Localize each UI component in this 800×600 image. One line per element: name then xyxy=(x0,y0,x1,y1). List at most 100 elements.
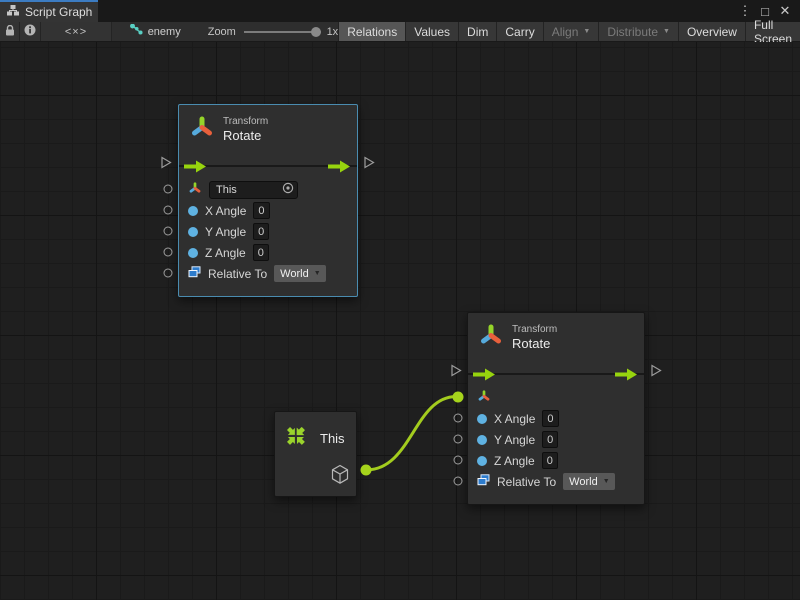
x-angle-port[interactable] xyxy=(454,414,463,423)
node-title: This xyxy=(320,431,345,446)
relative-to-dropdown[interactable]: World ▼ xyxy=(563,473,614,490)
edit-script-button[interactable]: <×> xyxy=(41,22,111,41)
dim-button[interactable]: Dim xyxy=(458,22,496,41)
full-screen-button[interactable]: Full Screen xyxy=(745,22,800,41)
y-angle-label: Y Angle xyxy=(494,433,535,447)
z-angle-row: Z Angle 0 xyxy=(188,242,348,263)
script-graph-icon xyxy=(7,5,19,19)
window-menu-icon[interactable]: ⋮ xyxy=(736,1,754,21)
distribute-button[interactable]: Distribute ▼ xyxy=(598,22,678,41)
toolbar-toggle-group: Relations Values Dim Carry Align▼ Distri… xyxy=(338,22,800,41)
chevron-down-icon: ▼ xyxy=(603,478,610,485)
float-type-icon xyxy=(188,248,198,258)
x-angle-label: X Angle xyxy=(205,204,246,218)
node-category: Transform xyxy=(223,115,268,128)
this-object-field[interactable]: This xyxy=(209,181,298,199)
zoom-label: Zoom xyxy=(208,26,236,38)
float-type-icon xyxy=(477,435,487,445)
node-category: Transform xyxy=(512,323,557,336)
z-angle-value-field[interactable]: 0 xyxy=(542,452,558,469)
relative-to-value: World xyxy=(569,476,598,488)
z-angle-row: Z Angle 0 xyxy=(477,450,635,471)
chevron-down-icon: ▼ xyxy=(663,28,670,35)
relative-to-port[interactable] xyxy=(454,477,463,486)
relative-to-label: Relative To xyxy=(497,475,556,489)
tab-title: Script Graph xyxy=(25,5,92,19)
float-type-icon xyxy=(477,456,487,466)
y-angle-row: Y Angle 0 xyxy=(188,221,348,242)
float-type-icon xyxy=(477,414,487,424)
transform-icon xyxy=(189,114,215,145)
lock-button[interactable] xyxy=(0,22,20,41)
enum-type-icon xyxy=(477,474,490,489)
object-picker-icon[interactable] xyxy=(282,182,294,197)
graph-canvas[interactable]: Transform Rotate This xyxy=(0,42,800,600)
this-input-port-connected[interactable] xyxy=(453,392,464,403)
gameobject-cube-icon xyxy=(330,464,350,490)
align-button[interactable]: Align▼ xyxy=(543,22,599,41)
relative-to-row: Relative To World ▼ xyxy=(477,471,635,492)
graph-toolbar: <×> enemy Zoom 1x Relations Values Dim C… xyxy=(0,22,800,42)
x-angle-label: X Angle xyxy=(494,412,535,426)
this-input-row: This xyxy=(188,179,348,200)
relative-to-label: Relative To xyxy=(208,267,267,281)
z-angle-port[interactable] xyxy=(454,456,463,465)
zoom-slider-handle[interactable] xyxy=(311,27,321,37)
title-bar: Script Graph ⋮ □ ✕ xyxy=(0,0,800,22)
x-angle-value-field[interactable]: 0 xyxy=(253,202,269,219)
zoom-slider[interactable] xyxy=(244,22,321,42)
connection-layer xyxy=(0,42,800,600)
flow-in-arrow-icon xyxy=(184,160,208,178)
x-angle-port[interactable] xyxy=(164,206,173,215)
this-input-port[interactable] xyxy=(164,185,173,194)
chevron-down-icon: ▼ xyxy=(583,28,590,35)
float-type-icon xyxy=(188,206,198,216)
distribute-label: Distribute xyxy=(607,25,658,39)
zoom-level: 1x xyxy=(327,26,339,38)
flow-output-port[interactable] xyxy=(363,155,376,175)
x-angle-value-field[interactable]: 0 xyxy=(542,410,558,427)
relative-to-dropdown[interactable]: World ▼ xyxy=(274,265,325,282)
edge-this-to-rotate xyxy=(366,397,456,471)
flow-output-port[interactable] xyxy=(650,363,663,383)
graph-asset-icon xyxy=(130,24,143,39)
chevron-down-icon: ▼ xyxy=(314,270,321,277)
flow-row xyxy=(179,153,357,179)
flow-input-port[interactable] xyxy=(160,155,173,175)
graph-reference[interactable]: enemy xyxy=(130,22,181,41)
y-angle-value-field[interactable]: 0 xyxy=(253,223,269,240)
z-angle-value-field[interactable]: 0 xyxy=(253,244,269,261)
lock-icon xyxy=(5,25,15,39)
info-icon xyxy=(24,24,36,39)
y-angle-value-field[interactable]: 0 xyxy=(542,431,558,448)
carry-button[interactable]: Carry xyxy=(496,22,542,41)
flow-out-arrow-icon xyxy=(328,160,352,178)
relative-to-port[interactable] xyxy=(164,269,173,278)
node-rotate-1[interactable]: Transform Rotate This xyxy=(178,104,358,297)
relative-to-value: World xyxy=(280,268,309,280)
y-angle-port[interactable] xyxy=(454,435,463,444)
z-angle-label: Z Angle xyxy=(205,246,246,260)
flow-input-port[interactable] xyxy=(450,363,463,383)
node-this[interactable]: This xyxy=(274,411,357,497)
overview-button[interactable]: Overview xyxy=(678,22,745,41)
node-header[interactable]: Transform Rotate xyxy=(468,313,644,361)
node-title: Rotate xyxy=(512,336,557,351)
y-angle-row: Y Angle 0 xyxy=(477,429,635,450)
y-angle-port[interactable] xyxy=(164,227,173,236)
node-rotate-2[interactable]: Transform Rotate X Angle 0 xyxy=(467,312,645,505)
z-angle-label: Z Angle xyxy=(494,454,535,468)
values-button[interactable]: Values xyxy=(405,22,458,41)
relations-button[interactable]: Relations xyxy=(338,22,405,41)
node-header[interactable]: Transform Rotate xyxy=(179,105,357,153)
z-angle-port[interactable] xyxy=(164,248,173,257)
transform-mini-icon xyxy=(188,181,202,198)
x-angle-row: X Angle 0 xyxy=(477,408,635,429)
zoom-slider-track xyxy=(244,31,321,33)
x-angle-row: X Angle 0 xyxy=(188,200,348,221)
self-output-port-connected[interactable] xyxy=(361,465,372,476)
flow-row xyxy=(468,361,644,387)
tab-script-graph[interactable]: Script Graph xyxy=(0,0,98,22)
transform-mini-icon xyxy=(477,389,491,406)
info-button[interactable] xyxy=(20,22,41,41)
